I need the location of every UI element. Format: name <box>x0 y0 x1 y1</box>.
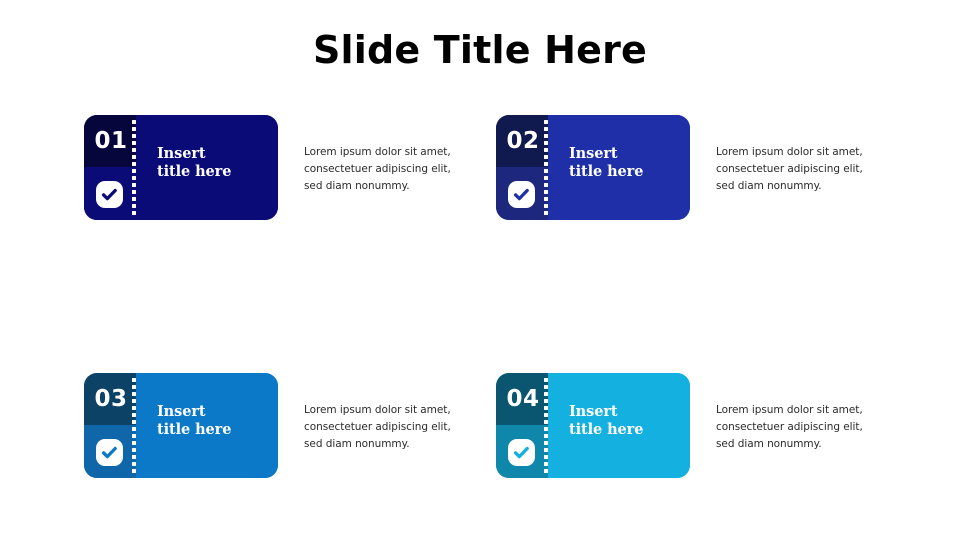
ticket-body-02: Insert title here <box>548 115 690 220</box>
ticket-number-02: 02 <box>506 128 540 154</box>
ticket-card-04[interactable]: Insert title here 04 <box>496 373 690 478</box>
ticket-title-line2: title here <box>157 163 232 180</box>
ticket-title-line1: Insert <box>157 145 206 162</box>
info-item-01[interactable]: Insert title here 01 Lorem ipsum dolor s… <box>84 115 472 220</box>
ticket-number-03: 03 <box>94 386 128 412</box>
item-description-01: Lorem ipsum dolor sit amet, consectetuer… <box>304 146 451 192</box>
ticket-title-line1: Insert <box>569 403 618 420</box>
ticket-card-03[interactable]: Insert title here 03 <box>84 373 278 478</box>
ticket-title-02: Insert title here <box>569 145 689 181</box>
ticket-title-04: Insert title here <box>569 403 689 439</box>
item-description-03: Lorem ipsum dolor sit amet, consectetuer… <box>304 404 451 450</box>
ticket-title-line2: title here <box>569 163 644 180</box>
check-circle-icon <box>96 181 123 208</box>
perforation-dots-01 <box>131 120 137 215</box>
ticket-number-04: 04 <box>506 386 540 412</box>
ticket-number-01: 01 <box>94 128 128 154</box>
info-item-04[interactable]: Insert title here 04 Lorem ipsum dolor s… <box>496 373 884 478</box>
ticket-body-01: Insert title here <box>136 115 278 220</box>
ticket-title-01: Insert title here <box>157 145 277 181</box>
ticket-body-03: Insert title here <box>136 373 278 478</box>
ticket-title-line2: title here <box>569 421 644 438</box>
ticket-title-line1: Insert <box>569 145 618 162</box>
ticket-body-04: Insert title here <box>548 373 690 478</box>
ticket-title-03: Insert title here <box>157 403 277 439</box>
item-description-04: Lorem ipsum dolor sit amet, consectetuer… <box>716 404 863 450</box>
ticket-card-02[interactable]: Insert title here 02 <box>496 115 690 220</box>
ticket-title-line2: title here <box>157 421 232 438</box>
perforation-dots-03 <box>131 378 137 473</box>
slide-canvas: Slide Title Here Insert title here 01 Lo… <box>0 0 960 540</box>
info-item-02[interactable]: Insert title here 02 Lorem ipsum dolor s… <box>496 115 884 220</box>
check-circle-icon <box>96 439 123 466</box>
item-description-02: Lorem ipsum dolor sit amet, consectetuer… <box>716 146 863 192</box>
perforation-dots-04 <box>543 378 549 473</box>
check-circle-icon <box>508 439 535 466</box>
check-circle-icon <box>508 181 535 208</box>
page-title: Slide Title Here <box>312 28 648 72</box>
perforation-dots-02 <box>543 120 549 215</box>
info-item-03[interactable]: Insert title here 03 Lorem ipsum dolor s… <box>84 373 472 478</box>
ticket-title-line1: Insert <box>157 403 206 420</box>
ticket-card-01[interactable]: Insert title here 01 <box>84 115 278 220</box>
